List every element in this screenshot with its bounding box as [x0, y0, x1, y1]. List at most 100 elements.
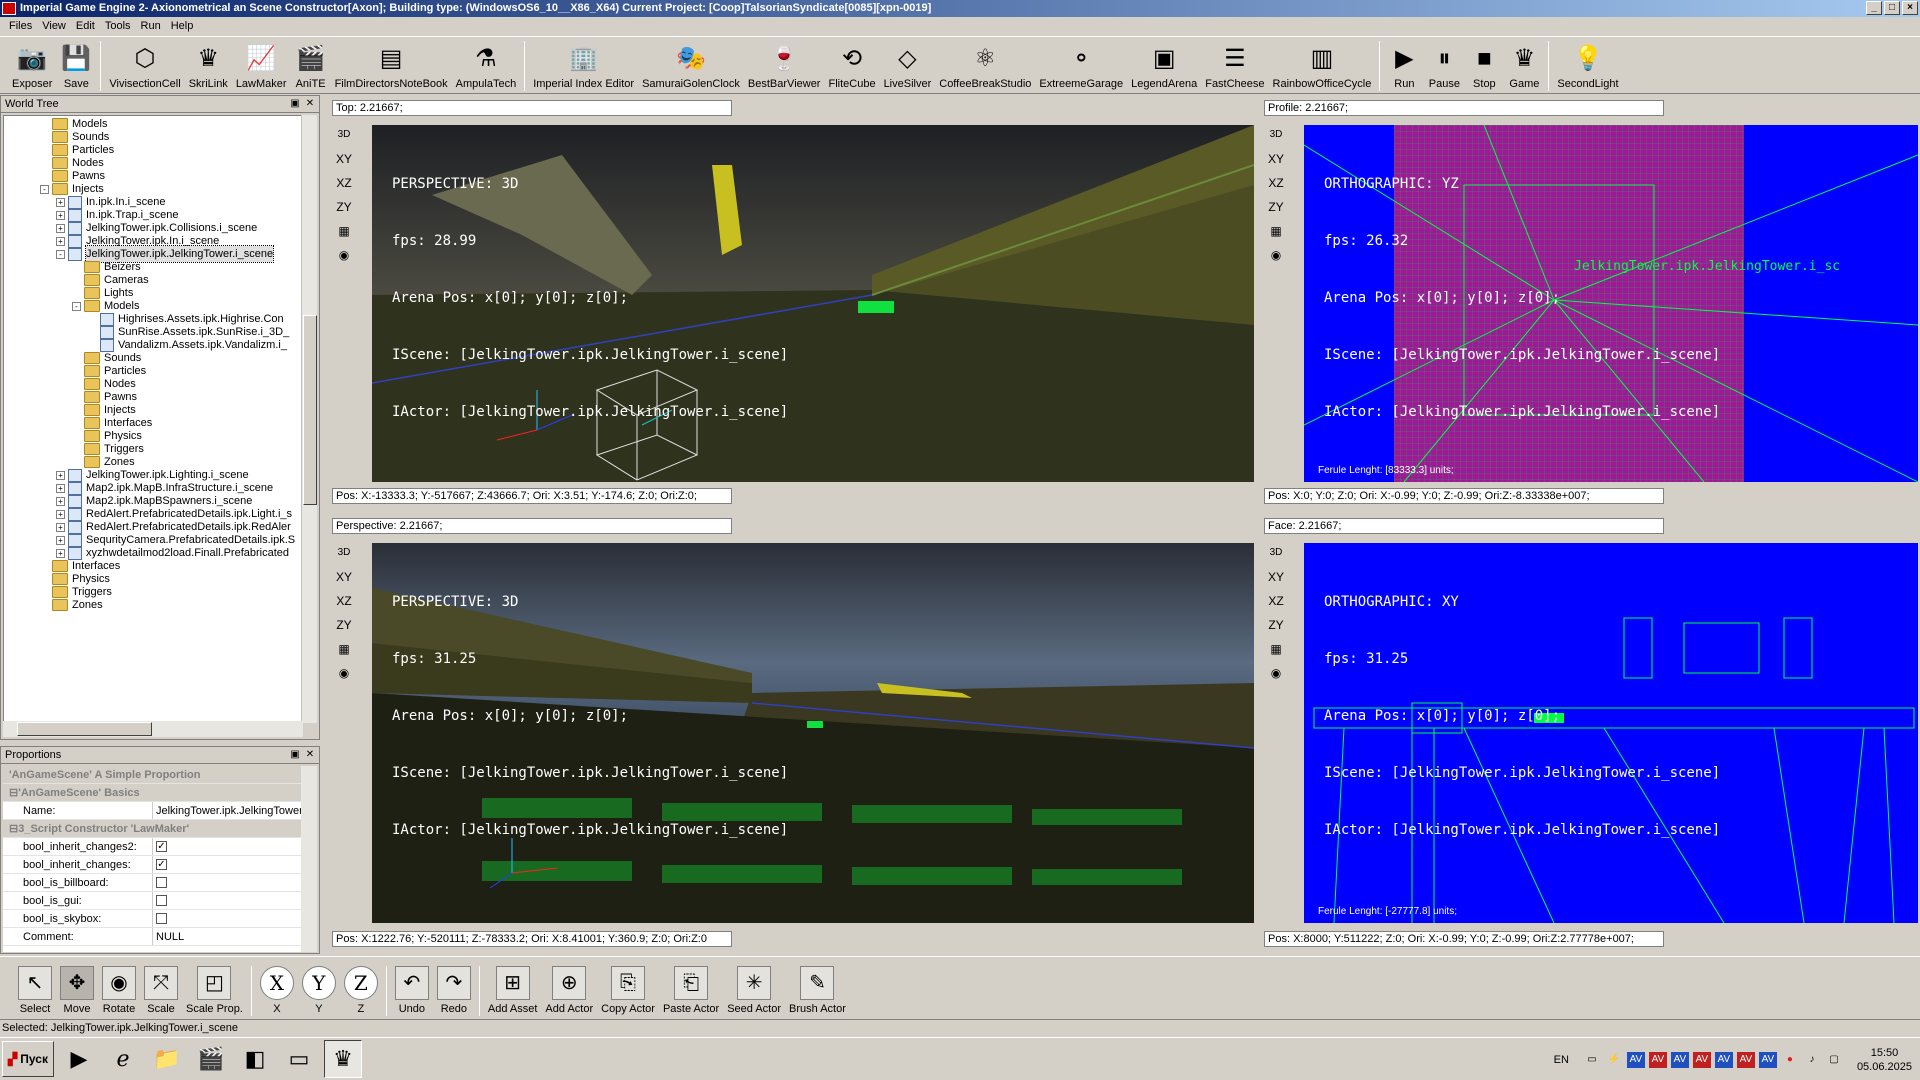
antivirus-icon[interactable]: AV [1758, 1052, 1777, 1068]
property-value[interactable]: ✓ [153, 856, 303, 873]
property-checkbox[interactable] [156, 895, 167, 906]
property-checkbox[interactable]: ✓ [156, 841, 167, 852]
property-value[interactable]: JelkingTower.ipk.JelkingTower.i [153, 802, 303, 819]
view-mode-button-zy[interactable]: ZY [326, 613, 362, 637]
expand-icon[interactable]: + [56, 496, 65, 506]
toolbar-button-run[interactable]: ▶ Run [1384, 43, 1424, 93]
close-panel-button[interactable]: ✕ [304, 98, 316, 110]
collapse-icon[interactable]: ⊟ [9, 820, 18, 837]
view-mode-button-xz[interactable]: XZ [326, 171, 362, 195]
viewport-canvas[interactable]: ORTHOGRAPHIC: YZ fps: 26.32 Arena Pos: x… [1304, 125, 1918, 482]
toolbar-button-lawmaker[interactable]: 📈 LawMaker [232, 43, 291, 93]
view-mode-button-xz[interactable]: XZ [1258, 589, 1294, 613]
expand-icon[interactable]: + [56, 509, 65, 519]
taskbar-app-terminal[interactable]: ▭ [280, 1040, 318, 1078]
expand-icon[interactable]: + [56, 522, 65, 532]
minimize-button[interactable]: _ [1866, 1, 1882, 15]
viewport-zoom-field[interactable]: Perspective: 2.21667; [332, 518, 732, 534]
collapse-icon[interactable]: - [72, 301, 81, 311]
taskbar-app-clapper[interactable]: 🎬 [192, 1040, 230, 1078]
expand-icon[interactable]: + [56, 548, 65, 558]
property-checkbox[interactable] [156, 913, 167, 924]
taskbar-app-ie[interactable]: ℯ [104, 1040, 142, 1078]
expand-icon[interactable]: + [56, 470, 65, 480]
collapse-icon[interactable]: ⊟ [9, 784, 18, 801]
menu-item-files[interactable]: Files [4, 20, 37, 32]
property-value[interactable]: ✓ [153, 838, 303, 855]
expand-icon[interactable]: + [56, 210, 65, 220]
menu-item-edit[interactable]: Edit [71, 20, 100, 32]
eye-icon[interactable]: ◉ [326, 661, 362, 685]
view-mode-button-3d[interactable]: 3D [1258, 123, 1294, 147]
toolbar-button-anite[interactable]: 🎬 AniTE [291, 43, 331, 93]
view-mode-button-3d[interactable]: 3D [326, 123, 362, 147]
toolbar-button-save[interactable]: 💾 Save [56, 43, 96, 93]
float-panel-button[interactable]: ▣ [289, 749, 301, 761]
scroll-thumb[interactable] [303, 315, 317, 505]
toolbar-button-rainbowofficecycle[interactable]: ▥ RainbowOfficeCycle [1269, 43, 1376, 93]
toolbar-button-fastcheese[interactable]: ☰ FastCheese [1201, 43, 1268, 93]
taskbar-app-window[interactable]: ◧ [236, 1040, 274, 1078]
close-panel-button[interactable]: ✕ [304, 749, 316, 761]
menu-item-run[interactable]: Run [136, 20, 166, 32]
view-mode-button-xy[interactable]: XY [1258, 147, 1294, 171]
property-value[interactable] [153, 910, 303, 927]
tool-scale[interactable]: ⤧ Scale [140, 966, 182, 1018]
tree-vertical-scrollbar[interactable] [301, 115, 317, 723]
toolbar-button-game[interactable]: ♛ Game [1504, 43, 1544, 93]
toolbar-button-bestbarviewer[interactable]: 🍷 BestBarViewer [744, 43, 825, 93]
camera-icon[interactable]: ▦ [1258, 219, 1294, 243]
tool-add-actor[interactable]: ⊕ Add Actor [541, 966, 597, 1018]
antivirus-icon[interactable]: AV [1692, 1052, 1711, 1068]
expand-icon[interactable]: + [56, 223, 65, 233]
keyboard-icon[interactable]: ▭ [1583, 1052, 1601, 1068]
tool-seed-actor[interactable]: ✳ Seed Actor [723, 966, 785, 1018]
speaker-icon[interactable]: ♪ [1803, 1052, 1821, 1068]
view-mode-button-3d[interactable]: 3D [1258, 541, 1294, 565]
close-button[interactable]: × [1902, 1, 1918, 15]
property-value[interactable]: NULL [153, 928, 303, 945]
view-mode-button-3d[interactable]: 3D [326, 541, 362, 565]
tool-undo[interactable]: ↶ Undo [391, 966, 433, 1018]
expand-icon[interactable]: + [56, 236, 65, 246]
tool-scale-prop[interactable]: ◰ Scale Prop. [182, 966, 247, 1018]
tool-rotate[interactable]: ◉ Rotate [98, 966, 140, 1018]
property-value[interactable] [153, 874, 303, 891]
toolbar-button-skrilink[interactable]: ♛ SkriLink [185, 43, 232, 93]
viewport-canvas[interactable]: ORTHOGRAPHIC: XY fps: 31.25 Arena Pos: x… [1304, 543, 1918, 923]
network-icon[interactable]: ⚡ [1605, 1052, 1623, 1068]
tool-add-asset[interactable]: ⊞ Add Asset [484, 966, 542, 1018]
toolbar-button-coffeebreakstudio[interactable]: ⚛ CoffeeBreakStudio [935, 43, 1035, 93]
toolbar-button-samuraigolenclock[interactable]: 🎭 SamuraiGolenClock [638, 43, 744, 93]
tool-copy-actor[interactable]: ⎘ Copy Actor [597, 966, 659, 1018]
property-group[interactable]: ⊟ 3_Script Constructor 'LawMaker' [3, 820, 303, 838]
menu-item-view[interactable]: View [37, 20, 71, 32]
expand-icon[interactable]: + [56, 483, 65, 493]
taskbar-app-media-player[interactable]: ▶ [60, 1040, 98, 1078]
property-value[interactable] [153, 892, 303, 909]
toolbar-button-legendarena[interactable]: ▣ LegendArena [1127, 43, 1201, 93]
tool-paste-actor[interactable]: ⎗ Paste Actor [659, 966, 723, 1018]
taskbar-app-explorer[interactable]: 📁 [148, 1040, 186, 1078]
view-mode-button-zy[interactable]: ZY [1258, 195, 1294, 219]
antivirus-icon[interactable]: AV [1670, 1052, 1689, 1068]
antivirus-icon[interactable]: AV [1648, 1052, 1667, 1068]
viewport-canvas[interactable]: PERSPECTIVE: 3D fps: 28.99 Arena Pos: x[… [372, 125, 1254, 482]
start-button[interactable]: ▞ Пуск [2, 1041, 54, 1077]
eye-icon[interactable]: ◉ [1258, 243, 1294, 267]
eye-icon[interactable]: ◉ [326, 243, 362, 267]
toolbar-button-livesilver[interactable]: ◇ LiveSilver [880, 43, 936, 93]
viewport-zoom-field[interactable]: Top: 2.21667; [332, 100, 732, 116]
collapse-icon[interactable]: - [56, 249, 65, 259]
menu-item-help[interactable]: Help [166, 20, 199, 32]
view-mode-button-xy[interactable]: XY [1258, 565, 1294, 589]
view-mode-button-xz[interactable]: XZ [1258, 171, 1294, 195]
view-mode-button-zy[interactable]: ZY [1258, 613, 1294, 637]
tool-move[interactable]: ✥ Move [56, 966, 98, 1018]
property-value-text[interactable]: JelkingTower.ipk.JelkingTower.i [156, 802, 303, 819]
camera-icon[interactable]: ▦ [326, 637, 362, 661]
viewport-zoom-field[interactable]: Face: 2.21667; [1264, 518, 1664, 534]
float-panel-button[interactable]: ▣ [289, 98, 301, 110]
tool-select[interactable]: ↖ Select [14, 966, 56, 1018]
toolbar-button-filmdirectorsnotebook[interactable]: ▤ FilmDirectorsNoteBook [331, 43, 452, 93]
